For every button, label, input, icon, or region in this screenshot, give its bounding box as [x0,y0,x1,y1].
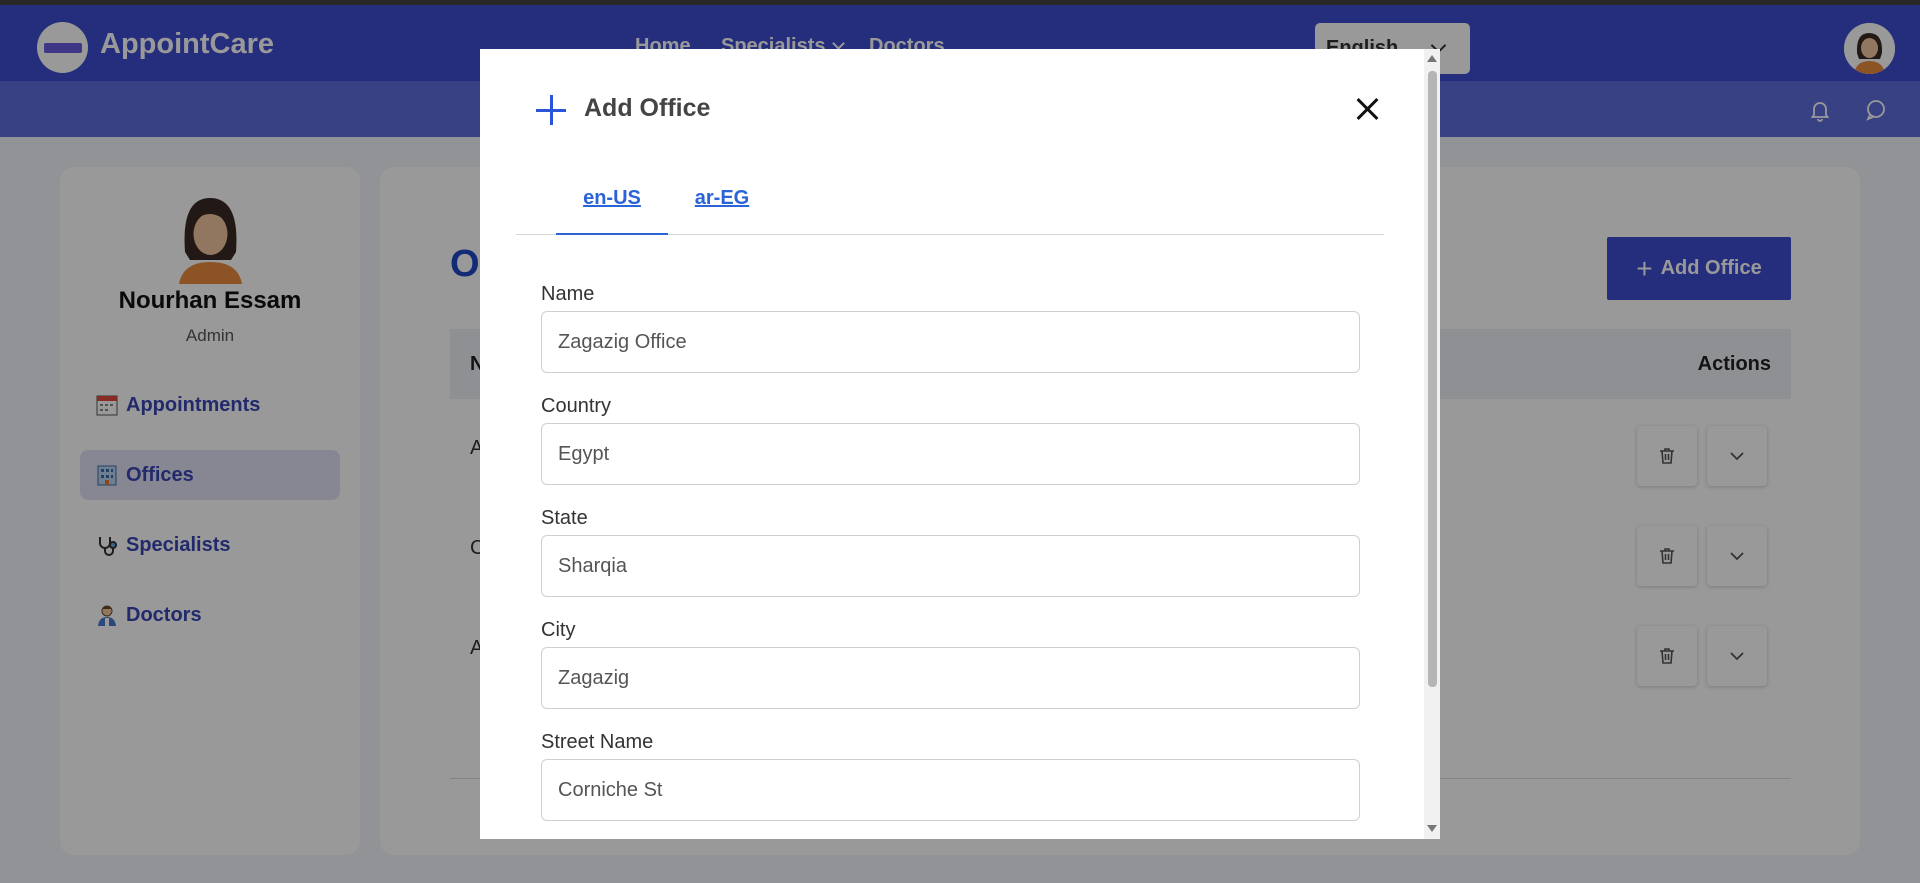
street-name-label: Street Name [541,731,654,753]
state-field[interactable] [541,535,1360,597]
street-name-field[interactable] [541,759,1360,821]
scroll-up-arrow-icon[interactable] [1427,55,1437,62]
modal-title: Add Office [584,94,711,122]
tab-label: ar-EG [694,187,750,209]
name-label: Name [541,283,595,305]
close-icon[interactable] [1352,94,1382,124]
tab-en-us[interactable]: en-US [556,187,668,235]
tab-ar-eg[interactable]: ar-EG [668,187,776,235]
state-label: State [541,507,588,529]
add-office-modal: Add Office en-US ar-EG Name Country Stat… [480,49,1440,839]
city-label: City [541,619,576,641]
scroll-down-arrow-icon[interactable] [1427,825,1437,832]
modal-scrollbar[interactable] [1424,49,1440,839]
tab-label: en-US [583,187,641,209]
country-label: Country [541,395,612,417]
country-field[interactable] [541,423,1360,485]
city-field[interactable] [541,647,1360,709]
plus-icon [536,95,566,125]
scrollbar-thumb[interactable] [1428,71,1437,687]
name-field[interactable] [541,311,1360,373]
